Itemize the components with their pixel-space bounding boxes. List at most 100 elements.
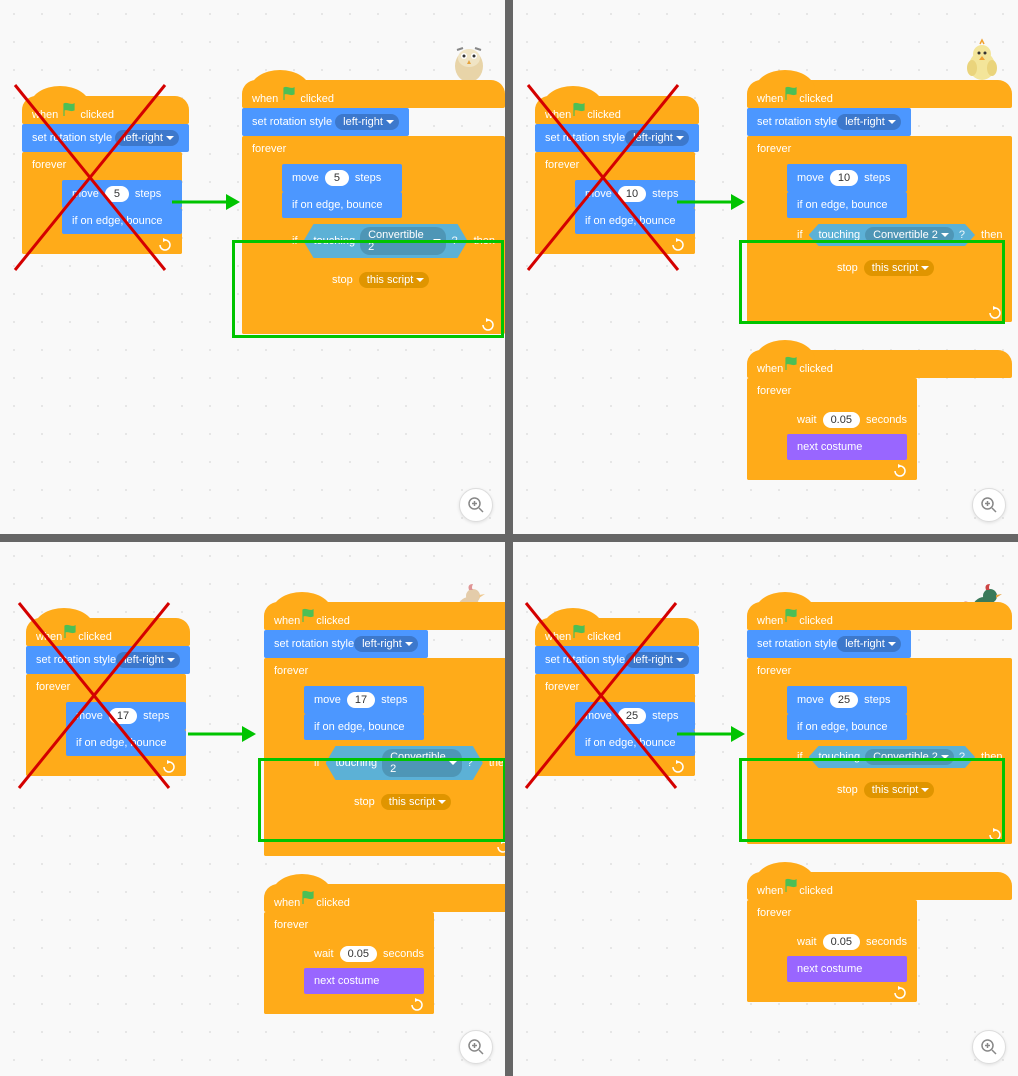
move-block[interactable]: move10steps [575,180,695,208]
bounce-block[interactable]: if on edge, bounce [787,192,907,218]
set-rotation-block[interactable]: set rotation styleleft-right [535,124,699,152]
move-block[interactable]: move17steps [66,702,186,730]
new-script[interactable]: whenclicked set rotation styleleft-right… [747,602,1012,844]
zoom-in-button[interactable] [459,1030,493,1064]
new-script[interactable]: whenclicked set rotation styleleft-right… [747,80,1012,322]
zoom-in-button[interactable] [459,488,493,522]
move-steps-input[interactable]: 5 [105,186,129,202]
stop-block[interactable]: stopthis script [344,788,464,816]
bounce-block[interactable]: if on edge, bounce [575,208,695,234]
zoom-in-button[interactable] [972,488,1006,522]
touching-dropdown[interactable]: Convertible 2 [360,227,446,255]
when-flag-clicked-hat[interactable]: whenclicked [747,350,1012,378]
forever-block[interactable]: forever move17steps if on edge, bounce [26,674,186,776]
bounce-block[interactable]: if on edge, bounce [304,714,424,740]
stop-block[interactable]: stopthis script [827,254,947,282]
if-block[interactable]: iftouchingConvertible 2?then stopthis sc… [787,218,1012,302]
touching-reporter[interactable]: touchingConvertible 2? [809,224,976,246]
old-script[interactable]: when clicked set rotation style left-rig… [22,96,189,254]
stop-dropdown[interactable]: this script [381,794,451,810]
set-rotation-block[interactable]: set rotation style left-right [22,124,189,152]
forever-block[interactable]: forever move10steps if on edge, bounce i… [747,136,1012,322]
wait-seconds-input[interactable]: 0.05 [823,412,860,428]
move-block[interactable]: move 5 steps [282,164,402,192]
forever-block[interactable]: forever move25steps if on edge, bounce [535,674,695,776]
rotation-dropdown[interactable]: left-right [625,652,689,668]
set-rotation-block[interactable]: set rotation styleleft-right [747,630,911,658]
touching-reporter[interactable]: touching Convertible 2 ? [304,224,468,258]
next-costume-block[interactable]: next costume [787,956,907,982]
bounce-block[interactable]: if on edge, bounce [66,730,186,756]
wait-seconds-input[interactable]: 0.05 [823,934,860,950]
forever-block[interactable]: forever move 5 steps if on edge, bounce [22,152,182,254]
touching-reporter[interactable]: touchingConvertible 2? [326,746,483,780]
wait-block[interactable]: wait0.05seconds [787,406,917,434]
next-costume-block[interactable]: next costume [787,434,907,460]
rotation-dropdown[interactable]: left-right [837,114,901,130]
bounce-block[interactable]: if on edge, bounce [282,192,402,218]
when-flag-clicked-hat[interactable]: whenclicked [264,602,505,630]
old-script[interactable]: whenclicked set rotation styleleft-right… [535,96,699,254]
when-flag-clicked-hat[interactable]: whenclicked [747,80,1012,108]
set-rotation-block[interactable]: set rotation styleleft-right [264,630,428,658]
when-flag-clicked-hat[interactable]: whenclicked [535,96,699,124]
forever-block[interactable]: forever wait0.05seconds next costume [747,378,917,480]
if-block[interactable]: if touching Convertible 2 ? then [282,218,505,314]
bounce-block[interactable]: if on edge, bounce [787,714,907,740]
wait-block[interactable]: wait0.05seconds [304,940,434,968]
wait-seconds-input[interactable]: 0.05 [340,946,377,962]
when-flag-clicked-hat[interactable]: when clicked [22,96,189,124]
bounce-block[interactable]: if on edge, bounce [62,208,182,234]
stop-block[interactable]: stopthis script [827,776,947,804]
touching-dropdown[interactable]: Convertible 2 [865,227,954,243]
forever-block[interactable]: forever move 5 steps if on edge, bounce [242,136,505,334]
old-script[interactable]: whenclicked set rotation styleleft-right… [535,618,699,776]
move-steps-input[interactable]: 17 [109,708,137,724]
rotation-dropdown[interactable]: left-right [116,652,180,668]
new-script[interactable]: when clicked set rotation style left-rig… [242,80,505,334]
move-steps-input[interactable]: 25 [618,708,646,724]
move-block[interactable]: move25steps [575,702,695,730]
set-rotation-block[interactable]: set rotation style left-right [242,108,409,136]
costume-loop-script[interactable]: whenclicked forever wait0.05seconds next… [747,872,1012,1002]
move-steps-input[interactable]: 10 [830,170,858,186]
when-flag-clicked-hat[interactable]: whenclicked [26,618,190,646]
if-block[interactable]: iftouchingConvertible 2?then stopthis sc… [304,740,505,836]
when-flag-clicked-hat[interactable]: whenclicked [535,618,699,646]
next-costume-block[interactable]: next costume [304,968,424,994]
rotation-dropdown[interactable]: left-right [354,636,418,652]
touching-dropdown[interactable]: Convertible 2 [865,749,954,765]
new-script[interactable]: whenclicked set rotation styleleft-right… [264,602,505,856]
rotation-dropdown[interactable]: left-right [837,636,901,652]
when-flag-clicked-hat[interactable]: when clicked [242,80,505,108]
zoom-in-button[interactable] [972,1030,1006,1064]
move-steps-input[interactable]: 5 [325,170,349,186]
move-block[interactable]: move25steps [787,686,907,714]
stop-dropdown[interactable]: this script [864,260,934,276]
move-block[interactable]: move10steps [787,164,907,192]
touching-reporter[interactable]: touchingConvertible 2? [809,746,976,768]
move-steps-input[interactable]: 25 [830,692,858,708]
stop-dropdown[interactable]: this script [359,272,429,288]
when-flag-clicked-hat[interactable]: whenclicked [747,872,1012,900]
forever-block[interactable]: forever wait0.05seconds next costume [264,912,434,1014]
when-flag-clicked-hat[interactable]: whenclicked [264,884,505,912]
set-rotation-block[interactable]: set rotation styleleft-right [747,108,911,136]
if-block[interactable]: iftouchingConvertible 2?then stopthis sc… [787,740,1012,824]
set-rotation-block[interactable]: set rotation styleleft-right [26,646,190,674]
costume-loop-script[interactable]: whenclicked forever wait0.05seconds next… [264,884,505,1014]
stop-block[interactable]: stop this script [322,266,442,294]
old-script[interactable]: whenclicked set rotation styleleft-right… [26,618,190,776]
wait-block[interactable]: wait0.05seconds [787,928,917,956]
when-flag-clicked-hat[interactable]: whenclicked [747,602,1012,630]
forever-block[interactable]: forever move10steps if on edge, bounce [535,152,695,254]
stop-dropdown[interactable]: this script [864,782,934,798]
set-rotation-block[interactable]: set rotation styleleft-right [535,646,699,674]
touching-dropdown[interactable]: Convertible 2 [382,749,462,777]
rotation-dropdown[interactable]: left-right [625,130,689,146]
move-steps-input[interactable]: 17 [347,692,375,708]
forever-block[interactable]: forever move17steps if on edge, bounce i… [264,658,505,856]
forever-block[interactable]: forever wait0.05seconds next costume [747,900,917,1002]
move-steps-input[interactable]: 10 [618,186,646,202]
forever-block[interactable]: forever move25steps if on edge, bounce i… [747,658,1012,844]
